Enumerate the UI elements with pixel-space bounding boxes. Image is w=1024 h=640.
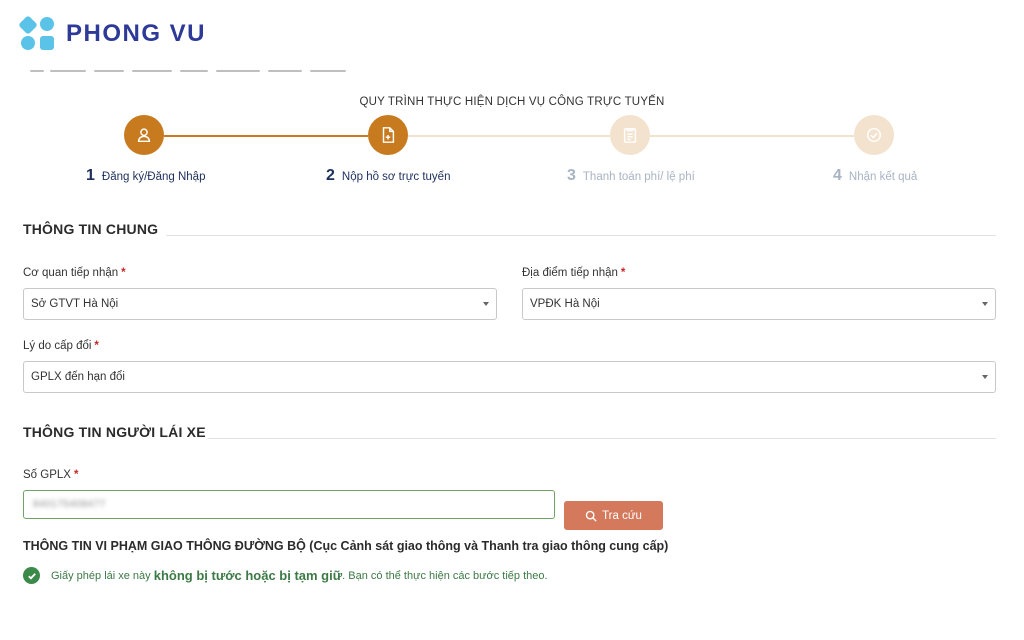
license-label-text: Số GPLX [23, 469, 71, 481]
driver-info-heading: THÔNG TIN NGƯỜI LÁI XE [23, 424, 206, 440]
clipboard-icon [623, 127, 637, 143]
step-2-label[interactable]: 2 Nộp hồ sơ trực tuyến [326, 167, 450, 185]
agency-select-value: Sở GTVT Hà Nội [31, 298, 119, 310]
logo-mark-icon [18, 15, 60, 53]
result-text-suffix: . Bạn có thể thực hiện các bước tiếp the… [342, 569, 548, 582]
license-number-value: 840175408477 [33, 499, 106, 510]
step-3-circle[interactable] [610, 115, 650, 155]
step-4-label[interactable]: 4 Nhận kết quả [833, 167, 917, 185]
agency-select[interactable]: Sở GTVT Hà Nội [23, 288, 497, 320]
result-text-prefix: Giấy phép lái xe này [51, 569, 154, 582]
location-label: Địa điểm tiếp nhận * [522, 267, 625, 279]
chevron-down-icon [982, 375, 988, 379]
location-select-value: VPĐK Hà Nội [530, 298, 600, 310]
step-2-circle[interactable] [368, 115, 408, 155]
required-marker: * [73, 469, 79, 481]
step-text: Nhận kết quả [848, 171, 918, 183]
brand-name: PHONG VU [66, 20, 207, 47]
step-number: 2 [326, 167, 335, 184]
location-select[interactable]: VPĐK Hà Nội [522, 288, 996, 320]
step-number: 3 [567, 167, 576, 184]
section-divider [166, 235, 996, 236]
step-connector-1 [164, 135, 368, 137]
document-icon [382, 127, 395, 143]
scrolled-text-fragment [30, 68, 350, 74]
search-icon [585, 510, 597, 522]
brand-logo[interactable]: PHONG VU [18, 14, 206, 54]
step-4-circle[interactable] [854, 115, 894, 155]
license-label: Số GPLX * [23, 469, 78, 481]
reason-label-text: Lý do cấp đổi [23, 340, 92, 352]
reason-select-value: GPLX đến hạn đổi [31, 371, 125, 383]
general-info-heading: THÔNG TIN CHUNG [23, 221, 159, 237]
reason-label: Lý do cấp đổi * [23, 340, 99, 352]
step-text: Đăng ký/Đăng Nhập [101, 171, 206, 183]
chevron-down-icon [982, 302, 988, 306]
license-number-input[interactable]: 840175408477 [23, 490, 555, 519]
step-1-circle[interactable] [124, 115, 164, 155]
success-check-icon [23, 567, 40, 584]
result-status: không bị tước hoặc bị tạm giữ [153, 568, 343, 583]
lookup-button[interactable]: Tra cứu [564, 501, 663, 530]
required-marker: * [121, 267, 126, 279]
reason-select[interactable]: GPLX đến hạn đổi [23, 361, 996, 393]
location-label-text: Địa điểm tiếp nhận [522, 267, 618, 279]
process-title: QUY TRÌNH THỰC HIỆN DỊCH VỤ CÔNG TRỰC TU… [359, 96, 665, 108]
step-number: 4 [833, 167, 842, 184]
agency-label: Cơ quan tiếp nhận * [23, 267, 126, 279]
chevron-down-icon [483, 302, 489, 306]
lookup-button-label: Tra cứu [602, 509, 642, 522]
step-text: Nộp hồ sơ trực tuyến [341, 171, 451, 183]
step-connector-2 [408, 135, 610, 137]
section-divider [208, 438, 996, 439]
violation-result: Giấy phép lái xe này không bị tước hoặc … [23, 567, 548, 584]
user-icon [137, 128, 151, 143]
step-connector-3 [650, 135, 854, 137]
step-3-label[interactable]: 3 Thanh toán phí/ lệ phí [567, 167, 695, 185]
step-text: Thanh toán phí/ lệ phí [582, 171, 695, 183]
required-marker: * [94, 340, 99, 352]
required-marker: * [620, 267, 626, 279]
agency-label-text: Cơ quan tiếp nhận [23, 267, 119, 279]
step-number: 1 [86, 167, 95, 184]
violation-heading: THÔNG TIN VI PHẠM GIAO THÔNG ĐƯỜNG BỘ (C… [23, 539, 669, 553]
check-circle-icon [866, 127, 882, 143]
step-1-label[interactable]: 1 Đăng ký/Đăng Nhập [86, 167, 205, 185]
